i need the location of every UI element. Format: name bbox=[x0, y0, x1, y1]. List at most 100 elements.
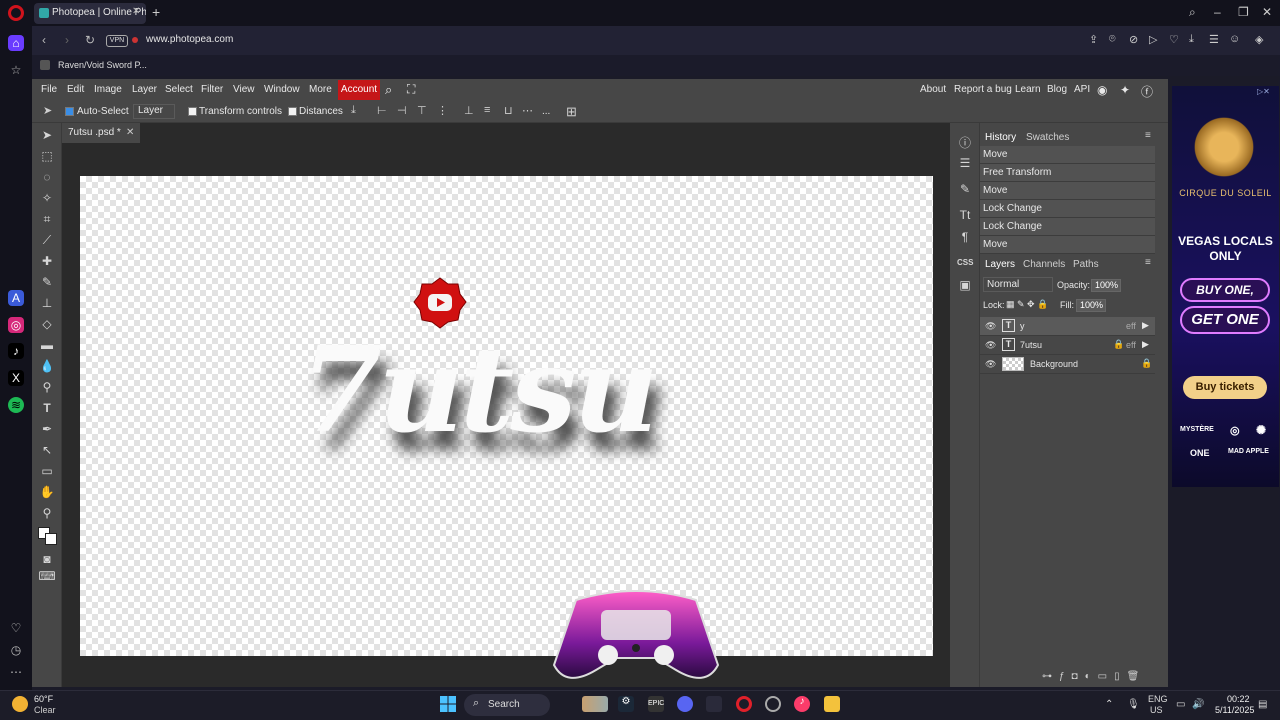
steam-icon[interactable]: ⚙ bbox=[618, 696, 634, 712]
spotify-icon[interactable]: ≋ bbox=[8, 397, 24, 413]
tab-history[interactable]: History bbox=[985, 132, 1016, 143]
brush-settings-icon[interactable]: ✎ bbox=[957, 182, 973, 196]
panel-menu-icon[interactable]: ≡ bbox=[1145, 130, 1151, 141]
visibility-eye-icon[interactable]: 👁 bbox=[985, 340, 996, 351]
path-select-tool-icon[interactable]: ↖ bbox=[38, 441, 56, 459]
layer-fx[interactable]: eff bbox=[1126, 340, 1136, 350]
align-right-icon[interactable]: ⊤ bbox=[417, 104, 427, 117]
more-icon[interactable]: ⋯ bbox=[8, 664, 24, 680]
favorite-icon[interactable]: ♡ bbox=[1169, 33, 1179, 46]
dodge-tool-icon[interactable]: ⚲ bbox=[38, 378, 56, 396]
link-learn[interactable]: Learn bbox=[1015, 84, 1041, 95]
opacity-input[interactable]: 100% bbox=[1091, 279, 1121, 292]
eraser-tool-icon[interactable]: ◇ bbox=[38, 315, 56, 333]
ad-choices-icon[interactable]: ▷✕ bbox=[1257, 87, 1270, 96]
ad-pill-buy-one[interactable]: BUY ONE, bbox=[1180, 278, 1270, 302]
menu-file[interactable]: File bbox=[41, 84, 57, 95]
auto-select-checkbox[interactable] bbox=[65, 107, 74, 116]
stamp-tool-icon[interactable]: ⊥ bbox=[38, 294, 56, 312]
fullscreen-icon[interactable]: ⛶ bbox=[407, 82, 415, 97]
reddit-icon[interactable]: ◉ bbox=[1097, 83, 1107, 97]
player-icon[interactable]: ▷ bbox=[1149, 33, 1157, 46]
share-icon[interactable]: ⇪ bbox=[1089, 33, 1098, 46]
grid-icon[interactable]: ⊞ bbox=[566, 104, 577, 120]
forward-icon[interactable]: › bbox=[65, 33, 69, 47]
ad-pill-get-one[interactable]: GET ONE bbox=[1180, 306, 1270, 334]
blur-tool-icon[interactable]: 💧 bbox=[38, 357, 56, 375]
align-center-icon[interactable]: ⊣ bbox=[397, 104, 407, 117]
image-panel-icon[interactable]: ▣ bbox=[957, 278, 973, 292]
distances-checkbox[interactable] bbox=[288, 107, 297, 116]
zoom-tool-icon[interactable]: ⚲ bbox=[38, 504, 56, 522]
paragraph-icon[interactable]: ¶ bbox=[957, 230, 973, 244]
history-item[interactable]: Free Transform bbox=[980, 164, 1155, 182]
menu-view[interactable]: View bbox=[233, 84, 255, 95]
link-blog[interactable]: Blog bbox=[1047, 84, 1067, 95]
url-field[interactable]: www.photopea.com bbox=[146, 34, 233, 45]
more-options[interactable]: ... bbox=[542, 106, 550, 117]
auto-select-mode-dropdown[interactable]: Layer bbox=[133, 104, 175, 119]
distribute-icon[interactable]: ⋮ bbox=[437, 104, 448, 117]
quick-mask-icon[interactable]: ◙ bbox=[38, 550, 56, 568]
eyedropper-tool-icon[interactable]: ⟋ bbox=[38, 231, 56, 249]
menu-image[interactable]: Image bbox=[94, 84, 122, 95]
expand-effects-icon[interactable]: ▶ bbox=[1142, 339, 1149, 350]
close-document-icon[interactable]: ✕ bbox=[126, 127, 134, 138]
layer-actions-icons[interactable]: ⊶ƒ◘◐▭▯🗑 bbox=[1042, 671, 1146, 682]
history-item[interactable]: Move bbox=[980, 182, 1155, 200]
download-layer-icon[interactable]: ⤓ bbox=[351, 104, 356, 117]
type-tool-icon[interactable]: T bbox=[38, 399, 56, 417]
widget-thumbnail-icon[interactable] bbox=[582, 696, 608, 712]
weather-condition[interactable]: Clear bbox=[34, 705, 56, 715]
browser-tab[interactable]: Photopea | Online Photo E bbox=[34, 3, 146, 24]
hand-tool-icon[interactable]: ✋ bbox=[38, 483, 56, 501]
menu-window[interactable]: Window bbox=[264, 84, 300, 95]
camera-icon[interactable]: ⌾ bbox=[1109, 33, 1116, 46]
wallet-icon[interactable]: ◈ bbox=[1255, 33, 1263, 46]
tab-channels[interactable]: Channels bbox=[1023, 259, 1065, 270]
tab-paths[interactable]: Paths bbox=[1073, 259, 1099, 270]
bookmark-item[interactable]: Raven/Void Sword P... bbox=[44, 60, 147, 70]
history-clock-icon[interactable]: ◷ bbox=[8, 642, 24, 658]
crop-tool-icon[interactable]: ⌗ bbox=[38, 210, 56, 228]
epic-games-icon[interactable]: EPIC bbox=[648, 696, 664, 712]
blend-mode-dropdown[interactable]: Normal bbox=[983, 277, 1053, 292]
keyboard-icon[interactable]: ⌨ bbox=[38, 567, 56, 585]
history-item[interactable]: Lock Change bbox=[980, 218, 1155, 236]
security-icon[interactable] bbox=[132, 37, 138, 43]
twitter-icon[interactable]: ✦ bbox=[1120, 83, 1130, 97]
layers-menu-icon[interactable]: ≡ bbox=[1145, 257, 1151, 268]
lock-icons[interactable]: ▦ ✎ ✥ 🔒 bbox=[1006, 299, 1048, 310]
layer-fx[interactable]: eff bbox=[1126, 321, 1136, 331]
menu-account[interactable]: Account bbox=[338, 80, 380, 100]
layer-name[interactable]: y bbox=[1020, 321, 1025, 331]
obs-icon[interactable] bbox=[765, 696, 781, 712]
visibility-eye-icon[interactable]: 👁 bbox=[985, 359, 996, 370]
adjustments-icon[interactable]: ☰ bbox=[957, 156, 973, 170]
brush-tool-icon[interactable]: ✎ bbox=[38, 273, 56, 291]
search-icon[interactable]: ⌕ bbox=[385, 82, 392, 98]
vpn-badge[interactable]: VPN bbox=[106, 35, 128, 47]
home-icon[interactable]: ⌂ bbox=[8, 35, 24, 51]
close-tab-icon[interactable]: ✕ bbox=[132, 6, 140, 17]
menu-icon[interactable]: ☰ bbox=[1209, 33, 1219, 46]
menu-filter[interactable]: Filter bbox=[201, 84, 223, 95]
menu-select[interactable]: Select bbox=[165, 84, 193, 95]
language-us[interactable]: US bbox=[1150, 705, 1163, 715]
shape-tool-icon[interactable]: ▭ bbox=[38, 462, 56, 480]
menu-more[interactable]: More bbox=[309, 84, 332, 95]
windows-start-icon[interactable] bbox=[440, 696, 456, 712]
notification-icon[interactable]: ▤ bbox=[1258, 699, 1267, 710]
weather-moon-icon[interactable] bbox=[12, 696, 28, 712]
align-bottom-icon[interactable]: ⊔ bbox=[504, 104, 513, 117]
tiktok-icon[interactable]: ♪ bbox=[8, 343, 24, 359]
language-eng[interactable]: ENG bbox=[1148, 694, 1168, 704]
magic-wand-tool-icon[interactable]: ✧ bbox=[38, 189, 56, 207]
align-top-icon[interactable]: ⊥ bbox=[464, 104, 474, 117]
heart-icon[interactable]: ♡ bbox=[8, 620, 24, 636]
new-tab-button[interactable]: + bbox=[152, 4, 160, 20]
reload-icon[interactable]: ↻ bbox=[85, 33, 95, 47]
buy-tickets-button[interactable]: Buy tickets bbox=[1183, 376, 1267, 399]
info-icon[interactable]: ⓘ bbox=[957, 134, 973, 151]
expand-effects-icon[interactable]: ▶ bbox=[1142, 320, 1149, 331]
